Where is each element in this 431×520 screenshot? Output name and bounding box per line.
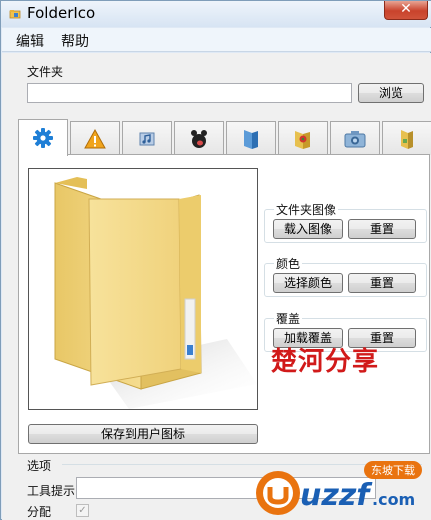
tab-flower-folder[interactable] xyxy=(278,121,328,155)
reset-image-button[interactable]: 重置 xyxy=(348,219,416,239)
watermark-text: 楚河分享 xyxy=(271,347,380,377)
tab-music[interactable] xyxy=(122,121,172,155)
tab-warning[interactable] xyxy=(70,121,120,155)
menu-edit[interactable]: 编辑 xyxy=(16,31,44,51)
tab-settings[interactable] xyxy=(18,119,68,156)
folder-preview-icon xyxy=(54,177,257,409)
folder-image-title: 文件夹图像 xyxy=(274,201,339,218)
menu-bar: 编辑 帮助 xyxy=(2,28,431,52)
app-icon xyxy=(9,10,21,19)
tooltip-label: 工具提示 xyxy=(27,484,76,498)
animal-icon xyxy=(191,129,207,148)
options-label: 选项 xyxy=(27,459,52,473)
color-title: 颜色 xyxy=(274,255,303,272)
app-window: FolderIco ✕ 编辑 帮助 文件夹 浏览 保存到用户图标 文件夹图像 载… xyxy=(0,0,431,520)
folder-preview xyxy=(28,168,258,410)
svg-text:东坡下载: 东坡下载 xyxy=(371,464,415,477)
tab-animal[interactable] xyxy=(174,121,224,155)
uzzf-logo: uzzf .com 东坡下载 xyxy=(248,457,428,520)
overlay-title: 覆盖 xyxy=(274,310,303,327)
svg-text:.com: .com xyxy=(372,490,415,509)
window-title: FolderIco xyxy=(27,4,96,22)
tab-camera-folder[interactable] xyxy=(330,121,380,155)
blue-folder-icon xyxy=(244,129,258,149)
main-content: 文件夹 浏览 保存到用户图标 文件夹图像 载入图像 重置 颜色 选择颜色 重置 … xyxy=(2,53,431,520)
tab-blue-folder[interactable] xyxy=(226,121,276,155)
flower-folder-icon xyxy=(295,130,310,149)
load-image-button[interactable]: 载入图像 xyxy=(273,219,343,239)
music-icon xyxy=(139,132,155,145)
assign-label: 分配 xyxy=(27,505,52,519)
warning-icon xyxy=(84,128,106,148)
camera-folder-icon xyxy=(344,130,366,147)
menu-help[interactable]: 帮助 xyxy=(61,31,89,51)
yellow-folder-icon xyxy=(401,129,413,149)
assign-checkbox[interactable]: ✓ xyxy=(76,504,89,517)
save-to-user-icon-button[interactable]: 保存到用户图标 xyxy=(28,424,258,444)
close-button[interactable]: ✕ xyxy=(384,1,428,20)
settings-panel: 保存到用户图标 文件夹图像 载入图像 重置 颜色 选择颜色 重置 覆盖 加载覆盖… xyxy=(18,154,430,454)
title-bar: FolderIco ✕ xyxy=(1,1,431,27)
choose-color-button[interactable]: 选择颜色 xyxy=(273,273,343,293)
reset-color-button[interactable]: 重置 xyxy=(348,273,416,293)
tab-yellow-folder[interactable] xyxy=(382,121,431,155)
folder-path-input[interactable] xyxy=(27,83,352,103)
gear-icon xyxy=(33,128,53,148)
icon-tab-strip xyxy=(18,119,431,156)
folder-label: 文件夹 xyxy=(27,65,64,79)
svg-text:uzzf: uzzf xyxy=(300,478,373,513)
browse-button[interactable]: 浏览 xyxy=(358,83,424,103)
